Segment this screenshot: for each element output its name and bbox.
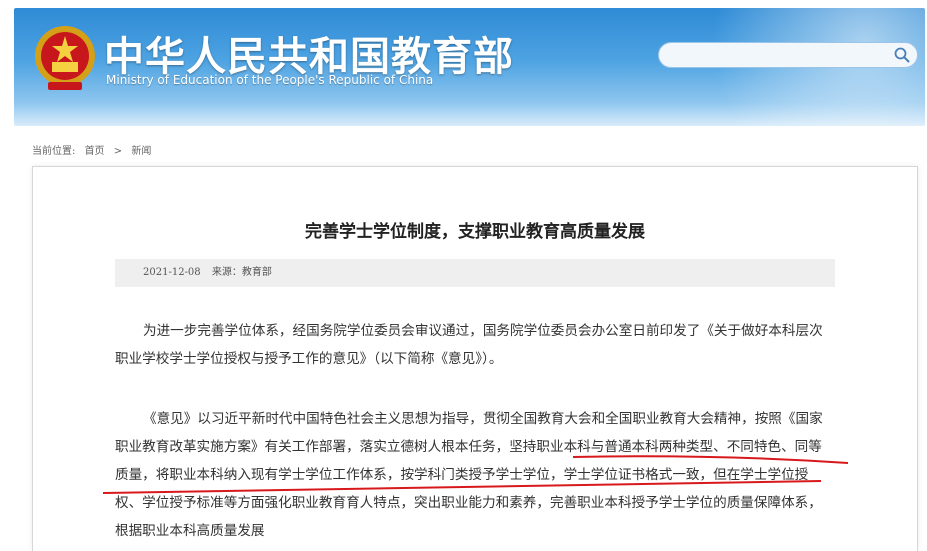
breadcrumb-separator: >: [113, 146, 123, 157]
search-input[interactable]: [669, 46, 879, 64]
breadcrumb-item-news[interactable]: 新闻: [131, 146, 151, 157]
breadcrumb: 当前位置: 首页 > 新闻: [32, 142, 157, 157]
search-box[interactable]: [658, 42, 918, 68]
article-container: 完善学士学位制度，支撑职业教育高质量发展 2021-12-08 来源：教育部 为…: [32, 166, 918, 551]
article-source: 来源：教育部: [211, 267, 272, 278]
article-meta: 2021-12-08 来源：教育部: [115, 259, 835, 287]
article-paragraph: 为进一步完善学位体系，经国务院学位委员会审议通过，国务院学位委员会办公室日前印发…: [115, 323, 823, 367]
national-emblem-icon[interactable]: [30, 22, 100, 94]
breadcrumb-prefix: 当前位置:: [32, 146, 76, 157]
site-header: 中华人民共和国教育部 Ministry of Education of the …: [14, 8, 925, 126]
article-date: 2021-12-08: [143, 267, 201, 278]
article-title: 完善学士学位制度，支撑职业教育高质量发展: [305, 222, 645, 242]
site-subtitle: Ministry of Education of the People's Re…: [106, 73, 434, 87]
breadcrumb-item-home[interactable]: 首页: [85, 146, 105, 157]
article-paragraph: 《意见》以习近平新时代中国特色社会主义思想为指导，贯彻全国教育大会和全国职业教育…: [115, 411, 823, 539]
search-icon[interactable]: [893, 46, 911, 64]
